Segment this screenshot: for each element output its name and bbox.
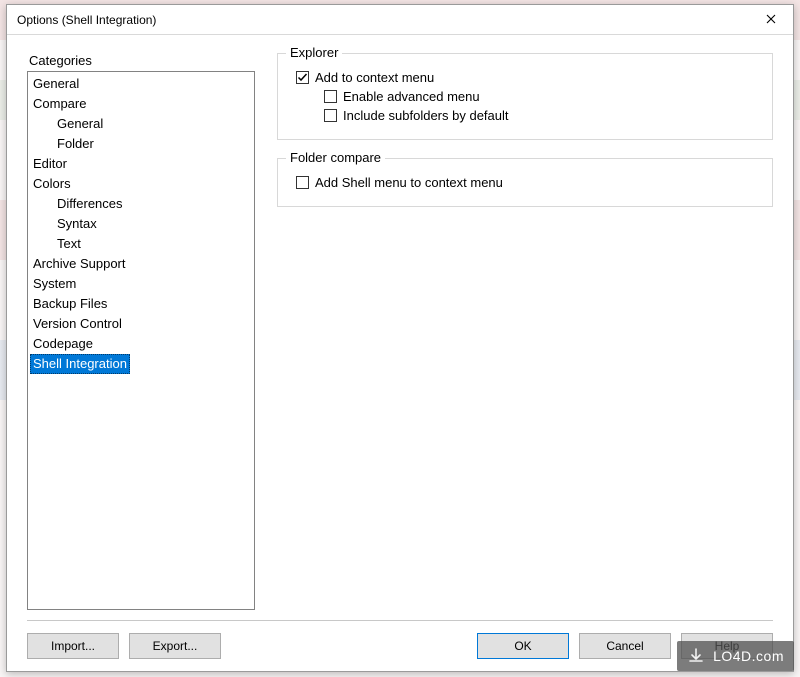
tree-item[interactable]: Version Control bbox=[30, 314, 125, 334]
tree-item[interactable]: Differences bbox=[54, 194, 126, 214]
checkbox-enable-advanced-menu[interactable]: Enable advanced menu bbox=[324, 89, 760, 104]
titlebar: Options (Shell Integration) bbox=[7, 5, 793, 35]
tree-item[interactable]: Editor bbox=[30, 154, 70, 174]
categories-column: Categories GeneralCompareGeneralFolderEd… bbox=[27, 53, 255, 610]
checkbox-label: Include subfolders by default bbox=[343, 108, 509, 123]
content-area: Categories GeneralCompareGeneralFolderEd… bbox=[7, 35, 793, 671]
tree-item[interactable]: General bbox=[54, 114, 106, 134]
options-dialog: Options (Shell Integration) Categories G… bbox=[6, 4, 794, 672]
tree-item[interactable]: Folder bbox=[54, 134, 97, 154]
checkbox-add-context-menu[interactable]: Add to context menu bbox=[296, 70, 760, 85]
checkbox-label: Add to context menu bbox=[315, 70, 434, 85]
tree-item[interactable]: Syntax bbox=[54, 214, 100, 234]
tree-item[interactable]: Codepage bbox=[30, 334, 96, 354]
window-title: Options (Shell Integration) bbox=[17, 13, 749, 27]
checkbox-include-subfolders[interactable]: Include subfolders by default bbox=[324, 108, 760, 123]
close-button[interactable] bbox=[749, 5, 793, 35]
close-icon bbox=[766, 13, 776, 27]
checkbox-add-shell-menu[interactable]: Add Shell menu to context menu bbox=[296, 175, 760, 190]
checkbox-icon bbox=[296, 71, 309, 84]
categories-tree[interactable]: GeneralCompareGeneralFolderEditorColorsD… bbox=[27, 71, 255, 610]
export-button[interactable]: Export... bbox=[129, 633, 221, 659]
checkbox-label: Enable advanced menu bbox=[343, 89, 480, 104]
ok-button[interactable]: OK bbox=[477, 633, 569, 659]
checkbox-icon bbox=[296, 176, 309, 189]
separator bbox=[27, 620, 773, 621]
download-icon bbox=[687, 647, 705, 665]
button-row: Import... Export... OK Cancel Help bbox=[27, 633, 773, 659]
watermark: LO4D.com bbox=[677, 641, 794, 671]
settings-panel: Explorer Add to context menu Enable adva… bbox=[277, 53, 773, 610]
tree-item[interactable]: System bbox=[30, 274, 79, 294]
group-folder-compare: Folder compare Add Shell menu to context… bbox=[277, 158, 773, 207]
tree-item[interactable]: Text bbox=[54, 234, 84, 254]
watermark-text: LO4D.com bbox=[713, 648, 784, 664]
group-explorer-legend: Explorer bbox=[286, 45, 342, 60]
tree-item[interactable]: Shell Integration bbox=[30, 354, 130, 374]
tree-item[interactable]: Colors bbox=[30, 174, 74, 194]
main-row: Categories GeneralCompareGeneralFolderEd… bbox=[27, 53, 773, 610]
tree-item[interactable]: Archive Support bbox=[30, 254, 129, 274]
group-explorer: Explorer Add to context menu Enable adva… bbox=[277, 53, 773, 140]
checkbox-label: Add Shell menu to context menu bbox=[315, 175, 503, 190]
group-folder-compare-legend: Folder compare bbox=[286, 150, 385, 165]
tree-item[interactable]: Compare bbox=[30, 94, 89, 114]
checkbox-icon bbox=[324, 90, 337, 103]
categories-label: Categories bbox=[29, 53, 255, 68]
tree-item[interactable]: General bbox=[30, 74, 82, 94]
import-button[interactable]: Import... bbox=[27, 633, 119, 659]
checkbox-icon bbox=[324, 109, 337, 122]
tree-item[interactable]: Backup Files bbox=[30, 294, 110, 314]
cancel-button[interactable]: Cancel bbox=[579, 633, 671, 659]
